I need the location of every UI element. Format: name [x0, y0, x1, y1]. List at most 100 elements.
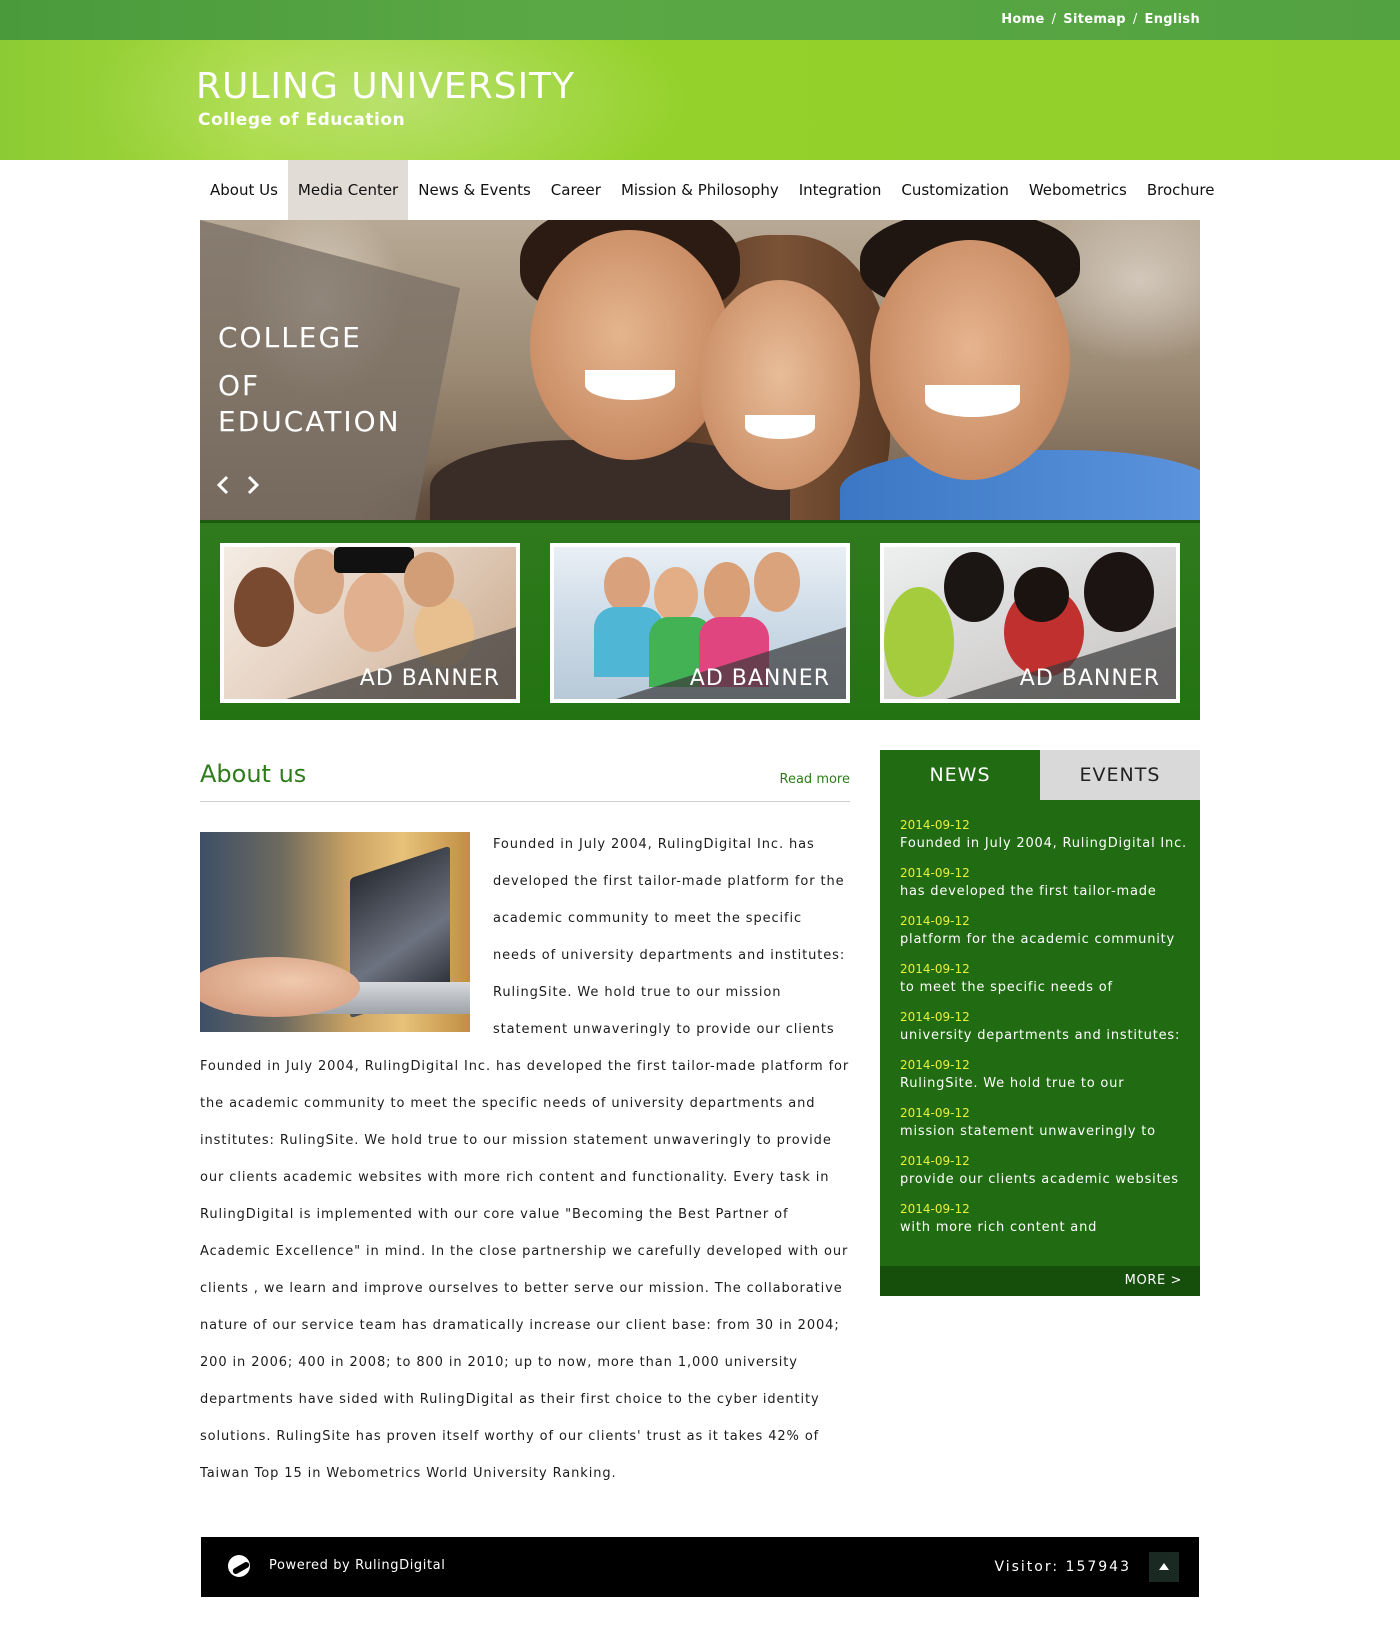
news-title[interactable]: university departments and institutes:: [900, 1026, 1190, 1046]
chevron-left-icon[interactable]: [216, 475, 234, 495]
footer: Powered by RulingDigital Visitor: 157943: [201, 1537, 1199, 1597]
hero-caption: COLLEGE OF EDUCATION: [218, 320, 401, 440]
news-date: 2014-09-12: [900, 914, 970, 928]
news-date: 2014-09-12: [900, 866, 970, 880]
nav-career[interactable]: Career: [541, 160, 611, 220]
hero-caption-line: OF: [218, 369, 261, 402]
header-banner: RULING UNIVERSITY College of Education: [0, 40, 1400, 160]
news-list: 2014-09-12 Founded in July 2004, RulingDi…: [900, 816, 1190, 1248]
about-text-block: Founded in July 2004, RulingDigital Inc.…: [200, 826, 850, 1492]
hero-slider[interactable]: COLLEGE OF EDUCATION: [200, 220, 1200, 520]
news-item[interactable]: 2014-09-12 Founded in July 2004, RulingDi…: [900, 816, 1190, 864]
news-date: 2014-09-12: [900, 1010, 970, 1024]
news-date: 2014-09-12: [900, 1154, 970, 1168]
ad-banner-image: AD BANNER: [884, 547, 1176, 699]
ad-banner-label: AD BANNER: [1019, 666, 1160, 691]
ad-banner[interactable]: AD BANNER: [880, 543, 1180, 703]
main-nav: About Us Media Center News & Events Care…: [200, 160, 1214, 220]
news-title[interactable]: to meet the specific needs of: [900, 978, 1190, 998]
arrow-up-icon[interactable]: [1149, 1552, 1179, 1582]
tab-news[interactable]: NEWS: [880, 750, 1040, 800]
news-date: 2014-09-12: [900, 1106, 970, 1120]
home-link[interactable]: Home: [1001, 12, 1044, 27]
about-title: About us: [200, 760, 307, 788]
news-item[interactable]: 2014-09-12 RulingSite. We hold true to ou…: [900, 1056, 1190, 1104]
ad-photo-part: [604, 557, 650, 613]
image-spacer: [200, 826, 493, 1028]
news-title[interactable]: mission statement unwaveringly to: [900, 1122, 1190, 1142]
separator: /: [1051, 12, 1057, 27]
ad-banner[interactable]: AD BANNER: [220, 543, 520, 703]
ad-photo-part: [1084, 552, 1154, 632]
hero-caption-line: EDUCATION: [218, 405, 401, 438]
nav-mission-philosophy[interactable]: Mission & Philosophy: [611, 160, 789, 220]
nav-customization[interactable]: Customization: [891, 160, 1018, 220]
ad-photo-part: [404, 552, 454, 607]
news-item[interactable]: 2014-09-12 mission statement unwaveringly…: [900, 1104, 1190, 1152]
rulingdigital-logo-icon: [228, 1555, 250, 1577]
news-item[interactable]: 2014-09-12 with more rich content and: [900, 1200, 1190, 1248]
ad-photo-part: [654, 567, 698, 623]
news-more-bar: MORE >: [880, 1266, 1200, 1296]
nav-brochure[interactable]: Brochure: [1137, 160, 1225, 220]
hero-photo-part: [585, 370, 675, 400]
ad-banner[interactable]: AD BANNER: [550, 543, 850, 703]
hero-photo-part: [530, 230, 730, 460]
news-title[interactable]: has developed the first tailor-made: [900, 882, 1190, 902]
ad-photo-part: [884, 587, 954, 697]
site-subtitle: College of Education: [198, 110, 406, 130]
news-title[interactable]: RulingSite. We hold true to our: [900, 1074, 1190, 1094]
ad-banner-image: AD BANNER: [224, 547, 516, 699]
news-item[interactable]: 2014-09-12 university departments and ins…: [900, 1008, 1190, 1056]
ad-photo-part: [944, 552, 1004, 622]
news-title[interactable]: platform for the academic community: [900, 930, 1190, 950]
news-title[interactable]: with more rich content and: [900, 1218, 1190, 1238]
hero-photo-part: [925, 385, 1020, 417]
hero-caption-line: COLLEGE: [218, 321, 362, 354]
sitemap-link[interactable]: Sitemap: [1063, 12, 1126, 27]
nav-news-events[interactable]: News & Events: [408, 160, 541, 220]
read-more-link[interactable]: Read more: [780, 772, 850, 787]
ad-photo-part: [704, 562, 750, 622]
powered-by-text[interactable]: Powered by RulingDigital: [269, 1558, 445, 1573]
nav-integration[interactable]: Integration: [789, 160, 892, 220]
ad-photo-part: [1014, 567, 1069, 622]
visitor-counter: Visitor: 157943: [994, 1559, 1131, 1575]
ad-banner-strip: AD BANNER AD BANNER AD BANNER: [200, 520, 1200, 720]
ad-banner-label: AD BANNER: [359, 666, 500, 691]
separator: /: [1132, 12, 1138, 27]
about-header: About us Read more: [200, 760, 850, 802]
hero-photo-part: [745, 415, 815, 439]
news-date: 2014-09-12: [900, 962, 970, 976]
chevron-right-icon[interactable]: [246, 475, 264, 495]
ad-photo-part: [344, 572, 404, 652]
top-bar: Home / Sitemap / English: [0, 0, 1400, 40]
nav-webometrics[interactable]: Webometrics: [1019, 160, 1137, 220]
news-more-link[interactable]: MORE >: [1125, 1273, 1182, 1288]
nav-about-us[interactable]: About Us: [200, 160, 288, 220]
ad-photo-part: [334, 547, 414, 573]
news-date: 2014-09-12: [900, 1058, 970, 1072]
hero-photo-part: [700, 280, 860, 490]
news-title[interactable]: Founded in July 2004, RulingDigital Inc.: [900, 834, 1190, 854]
news-date: 2014-09-12: [900, 818, 970, 832]
site-title[interactable]: RULING UNIVERSITY: [196, 66, 575, 107]
news-item[interactable]: 2014-09-12 has developed the first tailor…: [900, 864, 1190, 912]
hero-photo-part: [870, 240, 1070, 480]
news-date: 2014-09-12: [900, 1202, 970, 1216]
hero-arrows: [216, 475, 264, 495]
ad-banner-image: AD BANNER: [554, 547, 846, 699]
news-tabs: NEWS EVENTS: [880, 750, 1200, 800]
news-item[interactable]: 2014-09-12 platform for the academic comm…: [900, 912, 1190, 960]
news-title[interactable]: provide our clients academic websites: [900, 1170, 1190, 1190]
top-links: Home / Sitemap / English: [1001, 12, 1200, 27]
news-item[interactable]: 2014-09-12 to meet the specific needs of: [900, 960, 1190, 1008]
ad-banner-label: AD BANNER: [689, 666, 830, 691]
ad-photo-part: [234, 567, 294, 647]
ad-photo-part: [754, 552, 800, 612]
english-link[interactable]: English: [1145, 12, 1200, 27]
tab-events[interactable]: EVENTS: [1040, 750, 1200, 800]
news-events-panel: NEWS EVENTS 2014-09-12 Founded in July 20…: [880, 750, 1200, 1296]
news-item[interactable]: 2014-09-12 provide our clients academic w…: [900, 1152, 1190, 1200]
nav-media-center[interactable]: Media Center: [287, 160, 409, 220]
